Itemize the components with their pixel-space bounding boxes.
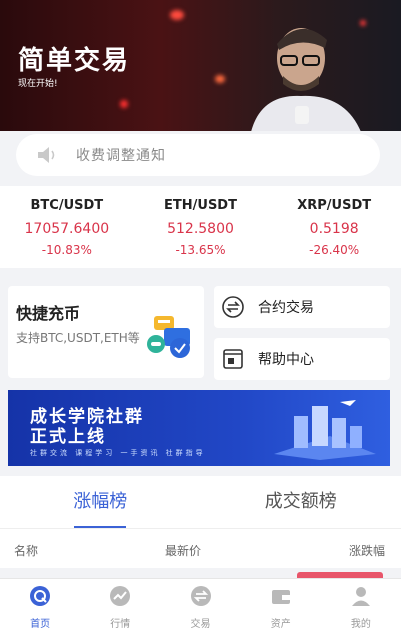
col-name: 名称 <box>14 544 39 558</box>
col-price: 最新价 <box>165 544 202 558</box>
tab-volume[interactable]: 成交额榜 <box>201 476 401 528</box>
promo-banner[interactable]: 成长学院社群 正式上线 社群交流 课程学习 一手资讯 社群指导 <box>8 390 390 466</box>
trade-icon <box>190 586 211 606</box>
nav-assets[interactable]: 资产 <box>241 579 321 637</box>
deposit-illustration-icon <box>147 316 190 358</box>
banner-title: 简单交易 <box>18 46 131 76</box>
bottom-nav: 首页 行情 交易 资产 我的 <box>0 578 401 637</box>
city-illustration <box>274 400 376 460</box>
col-change: 涨跌幅 <box>348 544 385 558</box>
ticker-price: 512.5800 <box>167 221 234 237</box>
nav-label: 资产 <box>270 619 291 630</box>
nav-home[interactable]: 首页 <box>0 579 80 637</box>
help-center-button[interactable]: 帮助中心 <box>214 338 390 380</box>
promo-line-2: 正式上线 <box>30 427 106 447</box>
notice-bar[interactable]: 收费调整通知 <box>16 134 380 176</box>
nav-market[interactable]: 行情 <box>80 579 160 637</box>
tab-gainers[interactable]: 涨幅榜 <box>0 476 201 528</box>
help-book-icon <box>223 349 243 369</box>
contract-trading-label: 合约交易 <box>258 300 314 316</box>
promo-line-3: 社群交流 课程学习 一手资讯 社群指导 <box>30 449 206 457</box>
ticker-xrp[interactable]: XRP/USDT 0.5198 -26.40% <box>267 186 401 268</box>
nav-label: 行情 <box>110 619 131 630</box>
ticker-price: 17057.6400 <box>24 221 110 237</box>
person-illustration <box>251 28 361 131</box>
ticker-change: -26.40% <box>309 243 360 257</box>
market-icon <box>110 586 131 606</box>
notice-text: 收费调整通知 <box>76 148 166 164</box>
profile-icon <box>351 587 370 606</box>
nav-label: 首页 <box>30 619 51 630</box>
exchange-icon <box>222 296 244 318</box>
nav-trade[interactable]: 交易 <box>160 579 240 637</box>
hero-banner[interactable]: 简单交易 现在开始! <box>0 0 401 131</box>
nav-label: 交易 <box>190 619 211 630</box>
ticker-strip: BTC/USDT 17057.6400 -10.83% ETH/USDT 512… <box>0 186 401 268</box>
ticker-change: -13.65% <box>175 243 226 257</box>
ticker-price: 0.5198 <box>309 221 359 237</box>
wallet-icon <box>271 590 290 604</box>
ticker-pair: ETH/USDT <box>164 198 237 213</box>
ticker-pair: XRP/USDT <box>297 198 372 213</box>
ranking-tabs: 涨幅榜 成交额榜 <box>0 476 401 528</box>
speaker-icon <box>38 147 55 163</box>
ticker-change: -10.83% <box>41 243 92 257</box>
help-center-label: 帮助中心 <box>258 352 314 368</box>
ranking-table-header: 名称 最新价 涨跌幅 <box>0 528 401 568</box>
nav-label: 我的 <box>350 619 371 630</box>
quick-deposit-card[interactable]: 快捷充币 支持BTC,USDT,ETH等 <box>8 286 204 378</box>
banner-subtitle: 现在开始! <box>18 79 58 89</box>
quick-deposit-desc: 支持BTC,USDT,ETH等 <box>16 331 140 345</box>
contract-trading-button[interactable]: 合约交易 <box>214 286 390 328</box>
ticker-btc[interactable]: BTC/USDT 17057.6400 -10.83% <box>0 186 134 268</box>
home-icon <box>30 586 51 606</box>
ticker-pair: BTC/USDT <box>30 198 104 213</box>
nav-profile[interactable]: 我的 <box>321 579 401 637</box>
ticker-eth[interactable]: ETH/USDT 512.5800 -13.65% <box>134 186 268 268</box>
